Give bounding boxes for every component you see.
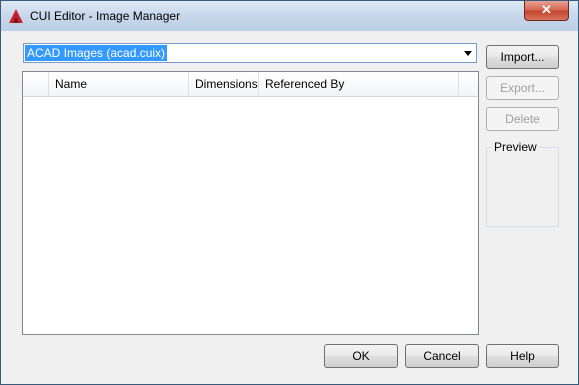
preview-group: Preview: [486, 140, 559, 227]
title-bar[interactable]: CUI Editor - Image Manager ✕: [1, 1, 578, 31]
help-button[interactable]: Help: [486, 344, 559, 368]
export-button[interactable]: Export...: [486, 76, 559, 100]
list-header: Name Dimensions Referenced By: [23, 72, 478, 97]
image-list[interactable]: Name Dimensions Referenced By: [22, 71, 479, 335]
close-button[interactable]: ✕: [524, 1, 569, 21]
ok-button[interactable]: OK: [324, 344, 398, 368]
image-manager-dialog: CUI Editor - Image Manager ✕ ACAD Images…: [0, 0, 579, 385]
cancel-button[interactable]: Cancel: [405, 344, 479, 368]
chevron-down-icon[interactable]: [462, 46, 474, 60]
cui-file-dropdown[interactable]: ACAD Images (acad.cuix): [23, 43, 477, 63]
dialog-body: ACAD Images (acad.cuix) Name Dimensions …: [8, 31, 571, 377]
column-header-referenced-by[interactable]: Referenced By: [259, 72, 459, 96]
delete-button[interactable]: Delete: [486, 107, 559, 131]
column-header-name[interactable]: Name: [49, 72, 189, 96]
import-button[interactable]: Import...: [486, 45, 559, 69]
preview-label: Preview: [492, 140, 539, 154]
column-header-filler: [459, 72, 478, 96]
column-header-icon[interactable]: [23, 72, 49, 96]
window-title: CUI Editor - Image Manager: [30, 9, 181, 23]
column-header-dimensions[interactable]: Dimensions: [189, 72, 259, 96]
close-icon: ✕: [541, 2, 552, 17]
dropdown-selected-value: ACAD Images (acad.cuix): [25, 45, 168, 61]
autocad-logo-icon: [9, 9, 23, 23]
